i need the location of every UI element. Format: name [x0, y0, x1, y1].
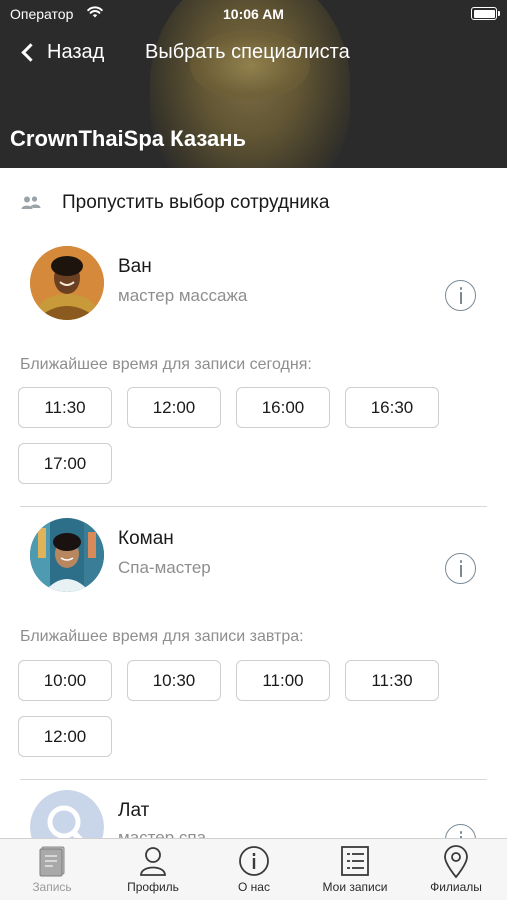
info-icon[interactable] [445, 280, 476, 311]
staff-name: Лат [118, 800, 150, 821]
person-icon [140, 847, 166, 876]
staff-name: Коман [118, 528, 174, 549]
tab-label: Мои записи [322, 880, 388, 894]
tab-label: Профиль [127, 880, 179, 894]
avatar [30, 246, 104, 320]
salon-title: CrownThaiSpa Казань [10, 126, 247, 151]
time-slot[interactable]: 10:30 [127, 660, 221, 701]
status-time: 10:06 AM [223, 6, 284, 22]
tab-label: Запись [32, 880, 72, 894]
tab-my-bookings[interactable]: Мои записи [305, 839, 405, 900]
tab-booking[interactable]: Запись [2, 839, 102, 900]
tab-about[interactable]: О нас [204, 839, 304, 900]
staff-role: мастер спа [118, 828, 207, 838]
page-title: Выбрать специалиста [145, 41, 350, 63]
time-slot[interactable]: 11:00 [236, 660, 330, 701]
tab-profile[interactable]: Профиль [103, 839, 203, 900]
staff-role: мастер массажа [118, 286, 248, 305]
info-circle-icon [239, 846, 269, 876]
back-button[interactable]: Назад [18, 38, 104, 66]
header: Оператор 10:06 AM Назад Выбрать специали… [0, 0, 507, 168]
time-slot[interactable]: 16:30 [345, 387, 439, 428]
skip-staff-selection[interactable]: Пропустить выбор сотрудника [0, 186, 507, 220]
status-bar: Оператор 10:06 AM [0, 0, 507, 28]
time-slot[interactable]: 16:00 [236, 387, 330, 428]
back-label: Назад [47, 40, 105, 63]
time-slot[interactable]: 12:00 [127, 387, 221, 428]
staff-list[interactable]: Пропустить выбор сотрудника Ван мастер м… [0, 168, 507, 838]
staff-role: Спа-мастер [118, 558, 211, 577]
book-icon [39, 846, 65, 877]
nearest-time-label: Ближайшее время для записи завтра: [20, 628, 304, 645]
time-slot[interactable]: 12:00 [18, 716, 112, 757]
avatar [30, 518, 104, 592]
time-slot[interactable]: 11:30 [18, 387, 112, 428]
time-slot[interactable]: 11:30 [345, 660, 439, 701]
tab-label: Филиалы [430, 880, 482, 894]
tab-branches[interactable]: Филиалы [406, 839, 506, 900]
tab-bar: Запись Профиль О нас Мои записи Филиалы [0, 838, 507, 900]
nearest-time-label: Ближайшее время для записи сегодня: [20, 356, 312, 373]
skip-label: Пропустить выбор сотрудника [62, 192, 330, 213]
avatar-placeholder [30, 790, 104, 838]
divider [20, 506, 487, 507]
tab-label: О нас [238, 880, 270, 894]
staff-name: Ван [118, 256, 152, 277]
time-slot[interactable]: 10:00 [18, 660, 112, 701]
people-icon [21, 196, 41, 209]
info-icon[interactable] [445, 553, 476, 584]
chevron-left-icon [21, 42, 40, 62]
map-pin-icon [444, 845, 468, 879]
battery-icon [471, 7, 500, 20]
list-icon [341, 846, 369, 876]
info-icon[interactable] [445, 824, 476, 838]
divider [20, 779, 487, 780]
time-slot[interactable]: 17:00 [18, 443, 112, 484]
